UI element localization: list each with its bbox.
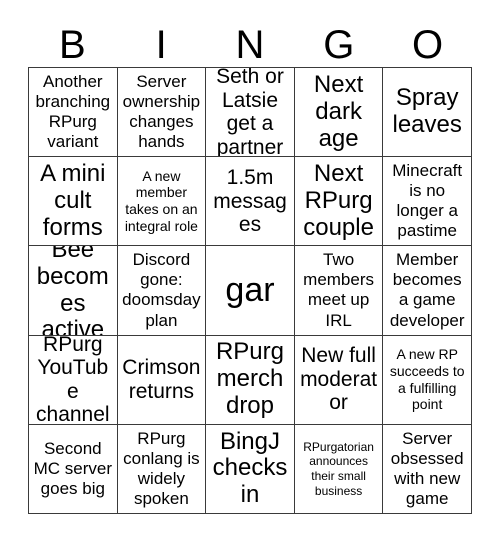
header-letter-b: B [59, 23, 86, 67]
bingo-cell[interactable]: Member becomes a game developer [383, 246, 472, 336]
bingo-cell[interactable]: Minecraft is no longer a pastime [383, 157, 472, 247]
bingo-cell-label: RPurg conlang is widely spoken [123, 428, 200, 508]
bingo-card: B I N G O Another branching RPurg varian… [0, 0, 500, 544]
bingo-cell-label: RPurg merch drop [215, 338, 284, 420]
bingo-cell[interactable]: Another branching RPurg variant [29, 68, 118, 158]
bingo-cell[interactable]: Discord gone: doomsday plan [117, 246, 207, 336]
bingo-cell-label: Server ownership changes hands [122, 72, 201, 152]
bingo-cell[interactable]: Bee becomes active [29, 246, 118, 336]
bingo-cell[interactable]: Next RPurg couple [294, 157, 384, 247]
bingo-cell-label: Two members meet up IRL [303, 250, 375, 330]
bingo-cell[interactable]: Two members meet up IRL [294, 246, 384, 336]
bingo-cell-label: Minecraft is no longer a pastime [392, 161, 463, 241]
bingo-grid: Another branching RPurg variant Server o… [28, 67, 472, 514]
bingo-cell-label: RPurgatorian announces their small busin… [303, 439, 374, 498]
bingo-cell[interactable]: RPurg merch drop [206, 335, 295, 425]
bingo-cell[interactable]: Spray leaves [383, 68, 472, 158]
bingo-cell[interactable]: 1.5m messages [206, 157, 295, 247]
bingo-cell-label: Discord gone: doomsday plan [122, 250, 201, 330]
bingo-cell-label: BingJ checks in [212, 427, 288, 509]
bingo-cell-label: A mini cult forms [40, 159, 106, 241]
bingo-cell-label: A new member takes on an integral role [124, 167, 198, 235]
bingo-cell[interactable]: Seth or Latsie get a partner [206, 68, 295, 158]
bingo-cell[interactable]: A new RP succeeds to a fulfilling point [383, 335, 472, 425]
bingo-cell[interactable]: Crimson returns [117, 335, 207, 425]
bingo-cell-label: Next RPurg couple [303, 159, 374, 241]
bingo-cell-label: A new RP succeeds to a fulfilling point [389, 346, 465, 413]
bingo-cell[interactable]: Second MC server goes big [29, 424, 118, 514]
bingo-cell-label: Server obsessed with new game [390, 428, 464, 508]
bingo-cell[interactable]: RPurgatorian announces their small busin… [294, 424, 384, 514]
bingo-cell-label: Another branching RPurg variant [35, 72, 111, 152]
bingo-header: B I N G O [28, 12, 472, 67]
bingo-cell-label: gar [225, 270, 275, 309]
bingo-cell-label: Spray leaves [392, 84, 462, 139]
bingo-cell[interactable]: A mini cult forms [29, 157, 118, 247]
bingo-cell-label: Crimson returns [122, 356, 201, 403]
header-letter-n: N [235, 23, 265, 67]
header-letter-o: O [412, 23, 444, 67]
bingo-cell[interactable]: RPurg YouTube channel [29, 335, 118, 425]
header-letter-i: I [155, 23, 167, 67]
bingo-cell-label: Second MC server goes big [33, 438, 112, 498]
bingo-cell-free-space[interactable]: gar [206, 246, 295, 336]
bingo-cell-label: New full moderator [300, 344, 378, 415]
bingo-cell[interactable]: New full moderator [294, 335, 384, 425]
bingo-cell-label: RPurg YouTube channel [36, 335, 110, 425]
bingo-cell-label: Member becomes a game developer [389, 250, 465, 330]
bingo-cell[interactable]: A new member takes on an integral role [117, 157, 207, 247]
bingo-cell[interactable]: Next dark age [294, 68, 384, 158]
bingo-cell-label: Next dark age [313, 70, 364, 152]
bingo-cell[interactable]: BingJ checks in [206, 424, 295, 514]
bingo-cell-label: Bee becomes active [36, 246, 109, 336]
bingo-cell[interactable]: RPurg conlang is widely spoken [117, 424, 207, 514]
bingo-cell[interactable]: Server ownership changes hands [117, 68, 207, 158]
header-letter-g: G [323, 23, 355, 67]
bingo-cell-label: Seth or Latsie get a partner [216, 68, 284, 158]
bingo-cell[interactable]: Server obsessed with new game [383, 424, 472, 514]
bingo-cell-label: 1.5m messages [213, 166, 287, 237]
